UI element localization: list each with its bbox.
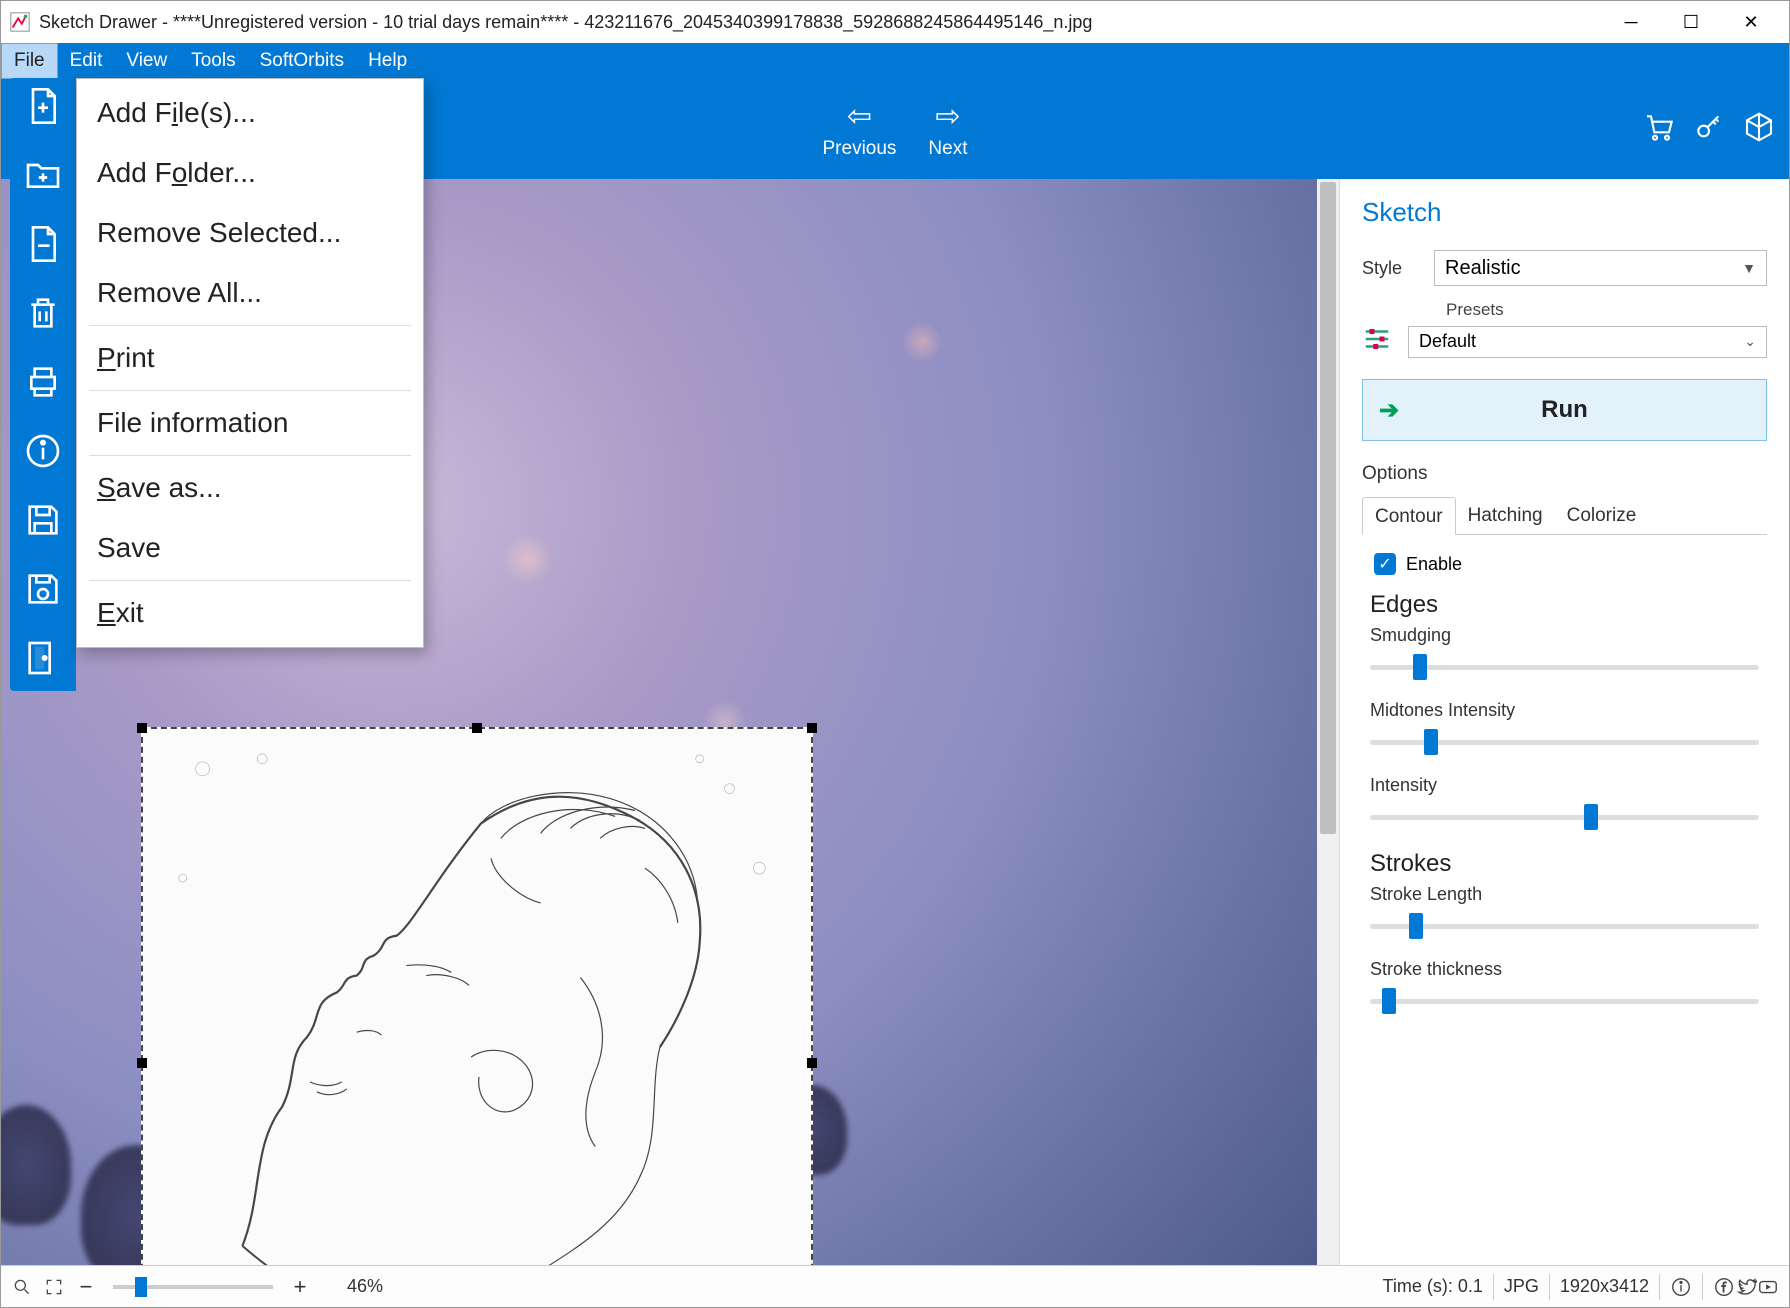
edges-heading: Edges <box>1370 591 1767 619</box>
menu-view[interactable]: View <box>114 43 179 79</box>
minimize-button[interactable]: ─ <box>1601 1 1661 43</box>
dimensions-value: 1920x3412 <box>1560 1276 1649 1297</box>
add-file-icon[interactable] <box>23 86 63 131</box>
style-label: Style <box>1362 258 1434 279</box>
twitter-icon[interactable] <box>1735 1276 1757 1298</box>
window-title: Sketch Drawer - ****Unregistered version… <box>39 12 1092 33</box>
statusbar: − + 46% Time (s): 0.1 JPG 1920x3412 <box>1 1265 1789 1307</box>
smudging-slider[interactable] <box>1370 654 1759 680</box>
tab-colorize[interactable]: Colorize <box>1555 497 1649 534</box>
resize-handle-nw[interactable] <box>137 723 147 733</box>
facebook-icon[interactable] <box>1713 1276 1735 1298</box>
sketch-selection[interactable] <box>141 727 813 1265</box>
menu-save[interactable]: Save <box>77 518 423 578</box>
scrollbar-thumb[interactable] <box>1320 182 1336 834</box>
chevron-down-icon: ▼ <box>1742 260 1756 276</box>
midtones-slider[interactable] <box>1370 729 1759 755</box>
resize-handle-w[interactable] <box>137 1058 147 1068</box>
cube-icon[interactable] <box>1743 111 1775 148</box>
key-icon[interactable] <box>1693 111 1725 148</box>
maximize-button[interactable]: ☐ <box>1661 1 1721 43</box>
sketch-panel: Sketch Style Realistic ▼ Presets Default… <box>1339 179 1789 1265</box>
menu-edit[interactable]: Edit <box>58 43 115 79</box>
menu-softorbits[interactable]: SoftOrbits <box>248 43 356 79</box>
chevron-down-icon: ⌄ <box>1744 333 1756 350</box>
next-label: Next <box>928 138 967 160</box>
presets-select[interactable]: Default ⌄ <box>1408 326 1767 358</box>
menu-add-folder[interactable]: Add Folder... <box>77 143 423 203</box>
info-icon[interactable] <box>1670 1276 1692 1298</box>
save-icon[interactable] <box>23 569 63 614</box>
enable-label: Enable <box>1406 554 1462 575</box>
zoom-slider[interactable] <box>113 1277 273 1297</box>
strokes-heading: Strokes <box>1370 850 1767 878</box>
enable-checkbox[interactable]: ✓ <box>1374 553 1396 575</box>
stroke-length-slider[interactable] <box>1370 913 1759 939</box>
remove-all-icon[interactable] <box>23 293 63 338</box>
print-icon[interactable] <box>23 362 63 407</box>
menu-save-as[interactable]: Save as... <box>77 458 423 518</box>
remove-selected-icon[interactable] <box>23 224 63 269</box>
titlebar: Sketch Drawer - ****Unregistered version… <box>1 1 1789 43</box>
menu-remove-selected[interactable]: Remove Selected... <box>77 203 423 263</box>
file-menu-icons <box>10 78 76 691</box>
menu-exit[interactable]: Exit <box>77 583 423 643</box>
stroke-thickness-slider[interactable] <box>1370 988 1759 1014</box>
resize-handle-n[interactable] <box>472 723 482 733</box>
options-label: Options <box>1362 463 1767 485</box>
arrow-left-icon: ⇦ <box>847 99 872 134</box>
app-icon <box>9 11 31 33</box>
resize-handle-e[interactable] <box>807 1058 817 1068</box>
menu-file[interactable]: File <box>1 43 58 79</box>
menu-add-files[interactable]: Add File(s)... <box>77 83 423 143</box>
menu-print[interactable]: Print <box>77 328 423 388</box>
presets-label: Presets <box>1446 300 1767 320</box>
fit-screen-icon[interactable] <box>43 1276 65 1298</box>
cart-icon[interactable] <box>1643 111 1675 148</box>
zoom-reset-icon[interactable] <box>11 1276 33 1298</box>
sketch-preview <box>143 729 811 1265</box>
style-select[interactable]: Realistic ▼ <box>1434 250 1767 286</box>
menu-help[interactable]: Help <box>356 43 419 79</box>
youtube-icon[interactable] <box>1757 1276 1779 1298</box>
previous-label: Previous <box>823 138 897 160</box>
zoom-value: 46% <box>347 1276 383 1297</box>
stroke-length-label: Stroke Length <box>1370 884 1767 905</box>
smudging-label: Smudging <box>1370 625 1767 646</box>
style-value: Realistic <box>1445 257 1521 280</box>
arrow-right-icon: ⇨ <box>935 99 960 134</box>
close-button[interactable]: ✕ <box>1721 1 1781 43</box>
run-button[interactable]: ➔ Run <box>1362 379 1767 441</box>
intensity-label: Intensity <box>1370 775 1767 796</box>
intensity-slider[interactable] <box>1370 804 1759 830</box>
zoom-out-icon[interactable]: − <box>75 1276 97 1298</box>
save-as-icon[interactable] <box>23 500 63 545</box>
exit-icon[interactable] <box>23 638 63 683</box>
previous-button[interactable]: ⇦ Previous <box>823 99 897 160</box>
run-label: Run <box>1541 396 1588 424</box>
resize-handle-ne[interactable] <box>807 723 817 733</box>
stroke-thickness-label: Stroke thickness <box>1370 959 1767 980</box>
canvas-scrollbar[interactable] <box>1317 179 1339 1265</box>
menu-remove-all[interactable]: Remove All... <box>77 263 423 323</box>
presets-value: Default <box>1419 331 1476 352</box>
menu-tools[interactable]: Tools <box>179 43 247 79</box>
add-folder-icon[interactable] <box>23 155 63 200</box>
option-tabs: Contour Hatching Colorize <box>1362 497 1767 535</box>
next-button[interactable]: ⇨ Next <box>928 99 967 160</box>
sliders-icon[interactable] <box>1362 324 1396 359</box>
tab-hatching[interactable]: Hatching <box>1456 497 1555 534</box>
menubar: File Edit View Tools SoftOrbits Help <box>1 43 1789 79</box>
file-menu-dropdown: Add File(s)... Add Folder... Remove Sele… <box>76 78 424 648</box>
midtones-label: Midtones Intensity <box>1370 700 1767 721</box>
zoom-in-icon[interactable]: + <box>289 1276 311 1298</box>
menu-file-info[interactable]: File information <box>77 393 423 453</box>
time-value: Time (s): 0.1 <box>1383 1276 1483 1297</box>
info-icon[interactable] <box>23 431 63 476</box>
format-value: JPG <box>1504 1276 1539 1297</box>
tab-contour[interactable]: Contour <box>1362 497 1456 535</box>
panel-title: Sketch <box>1362 197 1767 228</box>
arrow-right-icon: ➔ <box>1379 396 1399 425</box>
